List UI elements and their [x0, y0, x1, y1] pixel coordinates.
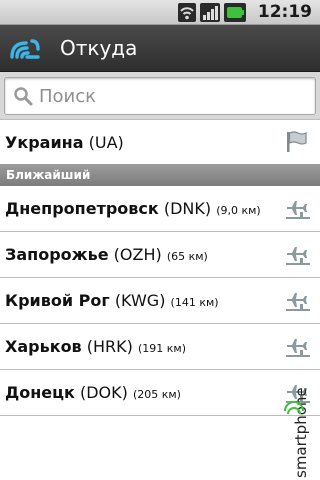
- wifi-icon: [178, 3, 196, 22]
- action-bar: Откуда: [0, 25, 320, 72]
- country-label: Украина (UA): [5, 133, 124, 152]
- airport-distance: (191 км): [138, 342, 187, 355]
- airport-city: Днепропетровск: [5, 199, 159, 218]
- status-icons: [178, 3, 246, 22]
- search-box[interactable]: [4, 77, 316, 115]
- battery-icon: [224, 3, 246, 22]
- signal-icon: [200, 3, 220, 22]
- airport-code: (KWG): [114, 291, 166, 310]
- airport-city: Донецк: [5, 383, 75, 402]
- section-header: Ближайший: [0, 164, 320, 186]
- airport-distance: (141 км): [170, 296, 219, 309]
- smartphone-watermark-logo: smartphone: [284, 387, 310, 478]
- status-bar: 12:19: [0, 0, 320, 25]
- list-item[interactable]: Запорожье (OZH) (65 км): [0, 232, 320, 278]
- country-row[interactable]: Украина (UA): [0, 120, 320, 164]
- airport-label: Донецк (DOK) (205 км): [5, 383, 181, 402]
- list-item[interactable]: Днепропетровск (DNK) (9,0 км): [0, 186, 320, 232]
- airport-label: Днепропетровск (DNK) (9,0 км): [5, 199, 261, 218]
- airport-city: Кривой Рог: [5, 291, 110, 310]
- airport-distance: (9,0 км): [216, 204, 261, 217]
- airport-code: (HRK): [86, 337, 133, 356]
- search-area: [0, 72, 320, 120]
- airport-plane-icon: [286, 247, 310, 265]
- watermark-text: smartphone: [292, 387, 310, 478]
- list-item[interactable]: Харьков (HRK) (191 км): [0, 324, 320, 370]
- list-item[interactable]: Донецк (DOK) (205 км): [0, 370, 320, 416]
- airport-code: (DOK): [79, 383, 128, 402]
- search-icon: [14, 87, 33, 106]
- page-title: Откуда: [60, 36, 138, 60]
- airport-code: (OZH): [113, 245, 162, 264]
- airport-label: Харьков (HRK) (191 км): [5, 337, 186, 356]
- country-name: Украина: [5, 132, 84, 152]
- airport-distance: (205 км): [132, 388, 181, 401]
- country-code: (UA): [88, 132, 124, 152]
- flag-icon[interactable]: [284, 130, 308, 154]
- airport-label: Запорожье (OZH) (65 км): [5, 245, 208, 264]
- airport-code: (DNK): [163, 199, 212, 218]
- logo-wave-icon[interactable]: [10, 37, 40, 59]
- airport-plane-icon: [286, 339, 310, 357]
- airport-city: Харьков: [5, 337, 82, 356]
- airport-distance: (65 км): [166, 250, 208, 263]
- search-input[interactable]: [39, 85, 299, 107]
- airport-list: Днепропетровск (DNK) (9,0 км) Запорожье …: [0, 186, 320, 416]
- list-item[interactable]: Кривой Рог (KWG) (141 км): [0, 278, 320, 324]
- status-clock: 12:19: [257, 2, 312, 22]
- airport-label: Кривой Рог (KWG) (141 км): [5, 291, 219, 310]
- airport-plane-icon: [286, 293, 310, 311]
- airport-plane-icon: [286, 201, 310, 219]
- airport-city: Запорожье: [5, 245, 109, 264]
